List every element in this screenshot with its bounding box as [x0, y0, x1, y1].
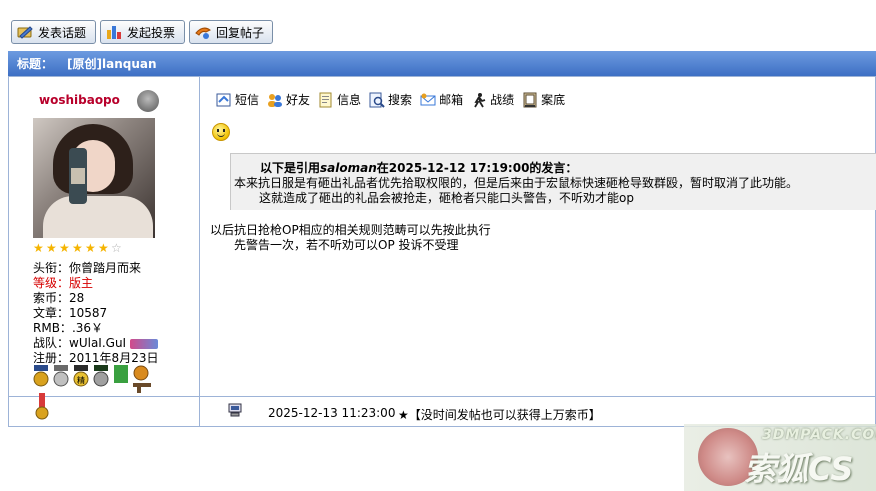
- author-team: wUlaI.GuI: [69, 336, 127, 350]
- smiley-emote-icon: [212, 123, 230, 141]
- add-friend-button[interactable]: 好友: [267, 91, 310, 108]
- author-rmb: .36￥: [71, 321, 104, 335]
- new-topic-button[interactable]: 发表话题: [11, 20, 96, 44]
- author-level-row: 等级：版主: [33, 276, 94, 290]
- author-team-row: 战队：wUlaI.GuI: [33, 336, 158, 351]
- medal-icon: [133, 365, 151, 393]
- svg-text:精: 精: [77, 375, 85, 385]
- avatar: [33, 118, 155, 238]
- book-icon: [522, 92, 538, 108]
- star-icon: ★: [72, 241, 83, 255]
- reply-label: 回复帖子: [216, 25, 265, 40]
- medal-icon: [114, 365, 128, 383]
- message-icon: [216, 92, 232, 108]
- medal-icon: [35, 393, 49, 420]
- friends-icon: [267, 92, 283, 108]
- author-coins-row: 索币：28: [33, 291, 85, 305]
- post: woshibaopo ★ ★ ★ ★ ★ ★ ☆ 头衔：你曾踏月而来 等级：版主…: [8, 76, 876, 427]
- post-body-line-2: 先警告一次，若不听劝可以OP 投诉不受理: [234, 238, 459, 252]
- title-label: 标题：: [17, 57, 54, 71]
- watermark-brand: 索狐CS: [744, 450, 854, 488]
- star-icon: ★: [33, 241, 44, 255]
- post-signature: ★【没时间发帖也可以获得上万索币】: [398, 408, 601, 422]
- new-poll-button[interactable]: 发起投票: [100, 20, 185, 44]
- case-record-button[interactable]: 案底: [522, 91, 565, 108]
- column-divider: [199, 77, 200, 426]
- medal-icon: [33, 365, 49, 387]
- quote-line-1: 本来抗日服是有砸出礼品者优先拾取权限的，但是后来由于宏鼠标快速砸枪导致群殴，暂时…: [234, 176, 799, 190]
- star-empty-icon: ☆: [111, 241, 122, 255]
- author-level: 版主: [69, 276, 94, 290]
- site-watermark-logo: 3DMPACK.COM 索狐CS: [684, 424, 876, 491]
- quote-author: saloman: [320, 161, 377, 175]
- computer-icon: [228, 403, 242, 417]
- rating-stars: ★ ★ ★ ★ ★ ★ ☆: [33, 242, 123, 254]
- mail-icon: [420, 92, 436, 108]
- pencil-icon: [16, 24, 34, 40]
- star-icon: ★: [59, 241, 70, 255]
- author-rmb-row: RMB：.36￥: [33, 321, 104, 335]
- post-actions: 短信 好友 信息 搜索 邮箱 战绩 案底: [216, 91, 573, 108]
- star-icon: ★: [85, 241, 96, 255]
- new-poll-label: 发起投票: [127, 25, 176, 40]
- sms-button[interactable]: 短信: [216, 91, 259, 108]
- info-document-icon: [318, 92, 334, 108]
- mail-button[interactable]: 邮箱: [420, 91, 463, 108]
- star-icon: ★: [46, 241, 57, 255]
- medal-icon: 精: [73, 365, 89, 387]
- post-body-line-1: 以后抗日抢枪OP相应的相关规则范畴可以先按此执行: [210, 223, 491, 237]
- user-info-button[interactable]: 信息: [318, 91, 361, 108]
- reply-button[interactable]: 回复帖子: [189, 20, 273, 44]
- star-icon: ★: [98, 241, 109, 255]
- bar-chart-icon: [105, 24, 123, 40]
- author-posts: 10587: [69, 306, 108, 320]
- reply-icon: [194, 24, 212, 40]
- medal-icon: [53, 365, 69, 387]
- author-title: 你曾踏月而来: [69, 261, 142, 275]
- team-logo-icon: [129, 338, 158, 349]
- post-time: 2025-12-13 11:23:00: [268, 406, 396, 420]
- author-coins: 28: [69, 291, 85, 305]
- thread-title: [原创]lanquan: [67, 57, 157, 71]
- user-status-icon: [137, 90, 159, 112]
- quote-header: 以下是引用saloman在2025-12-12 17:19:00的发言：: [260, 161, 578, 175]
- medal-icon: [93, 365, 109, 387]
- watermark-site: 3DMPACK.COM: [762, 427, 876, 443]
- thread-title-bar: 标题： [原创]lanquan: [8, 51, 876, 76]
- author-username[interactable]: woshibaopo: [39, 93, 120, 107]
- medals: 精: [33, 365, 163, 438]
- quote-line-2: 这就造成了砸出的礼品会被抢走，砸枪者只能口头警告，不听劝才能op: [259, 191, 634, 205]
- search-icon: [369, 92, 385, 108]
- new-topic-label: 发表话题: [38, 25, 87, 40]
- author-title-row: 头衔：你曾踏月而来: [33, 261, 142, 275]
- quote-datetime: 2025-12-12 17:19:00: [388, 161, 530, 175]
- author-posts-row: 文章：10587: [33, 306, 108, 320]
- author-joined-row: 注册：2011年8月23日: [33, 351, 159, 365]
- game-record-button[interactable]: 战绩: [471, 91, 514, 108]
- author-joined: 2011年8月23日: [69, 351, 159, 365]
- search-button[interactable]: 搜索: [369, 91, 412, 108]
- soldier-icon: [471, 92, 487, 108]
